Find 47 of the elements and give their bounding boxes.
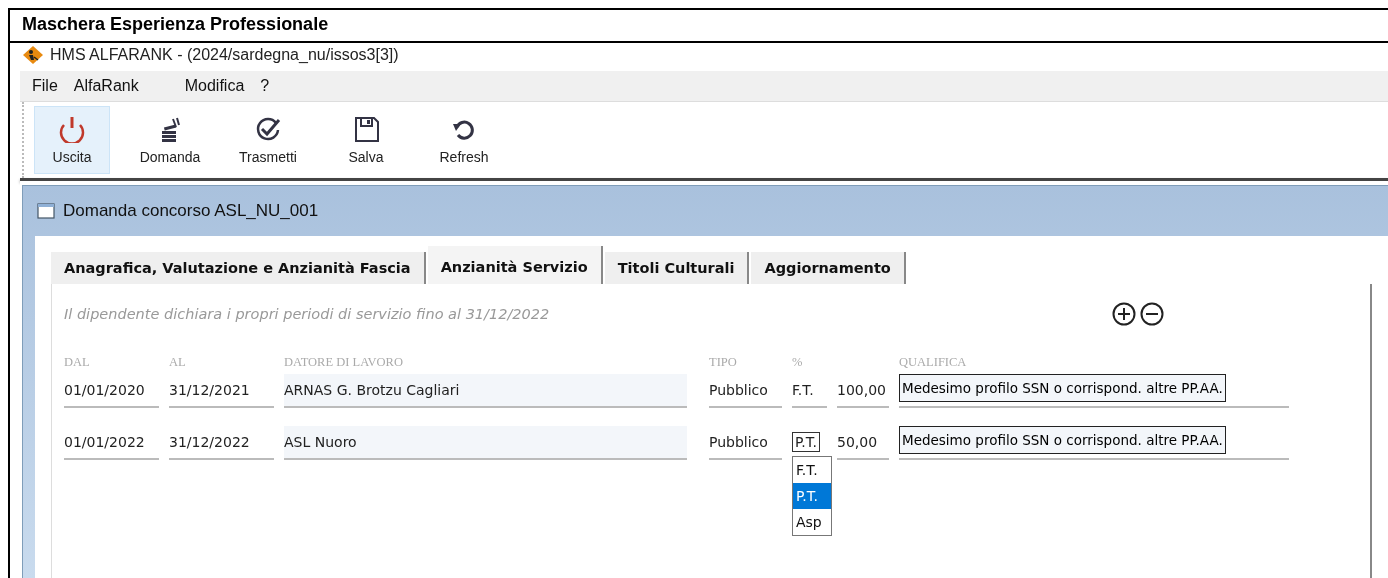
toolbar-button[interactable]: Salva — [328, 106, 404, 174]
window-title: Domanda concorso ASL_NU_001 — [63, 201, 319, 221]
date-field[interactable]: 01/01/2022 — [64, 426, 159, 460]
remove-icon[interactable] — [1140, 302, 1164, 326]
text-field[interactable]: ASL Nuoro — [284, 426, 687, 460]
column-header: AL — [169, 355, 186, 370]
qualification-field[interactable]: Medesimo profilo SSN o corrispond. altre PP.AA. — [899, 374, 1226, 402]
toolbar-button[interactable]: Domanda — [132, 106, 208, 174]
dropdown-option[interactable]: F.T. — [793, 457, 831, 483]
menu-item[interactable]: Modifica — [178, 77, 255, 95]
date-field[interactable]: 01/01/2020 — [64, 374, 159, 408]
tab[interactable]: Anzianità Servizio — [427, 246, 603, 284]
dropdown-option[interactable]: Asp — [793, 509, 831, 535]
column-header: % — [792, 355, 803, 370]
toolbar-button[interactable]: Trasmetti — [230, 106, 306, 174]
text-field[interactable]: ARNAS G. Brotzu Cagliari — [284, 374, 687, 408]
page-heading: Maschera Esperienza Professionale — [10, 10, 1388, 43]
tab[interactable]: Aggiornamento — [751, 252, 906, 284]
date-field[interactable]: 31/12/2022 — [169, 426, 274, 460]
menu-item[interactable]: ? — [254, 77, 280, 95]
type-field[interactable]: Pubblico — [709, 374, 782, 408]
dropdown-field[interactable]: F.T. — [792, 374, 827, 408]
dropdown-field[interactable]: P.T. — [792, 432, 821, 452]
toolbar-button[interactable]: Refresh — [426, 106, 502, 174]
date-field[interactable]: 31/12/2021 — [169, 374, 274, 408]
window-icon — [37, 203, 55, 219]
power-icon — [58, 115, 86, 143]
save-icon — [352, 115, 380, 143]
percent-field[interactable]: 100,00 — [837, 374, 889, 408]
column-header: QUALIFICA — [899, 355, 967, 370]
type-field[interactable]: Pubblico — [709, 426, 782, 460]
column-header: DATORE DI LAVORO — [284, 355, 403, 370]
qualification-field[interactable]: Medesimo profilo SSN o corrispond. altre PP.AA. — [899, 426, 1226, 454]
percent-field[interactable]: 50,00 — [837, 426, 889, 460]
tab[interactable]: Anagrafica, Valutazione e Anzianità Fascia — [51, 252, 426, 284]
check-circle-icon — [254, 115, 282, 143]
column-header: DAL — [64, 355, 90, 370]
add-icon[interactable] — [1112, 302, 1136, 326]
note-text: Il dipendente dichiara i propri periodi di servizio fino al 31/12/2022 — [64, 306, 551, 322]
window-title: HMS ALFARANK - (2024/sardegna_nu/issos3[3]) — [50, 46, 399, 64]
menu-item[interactable]: AlfaRank — [67, 77, 149, 95]
menu-item[interactable]: File — [26, 77, 68, 95]
dropdown-option[interactable]: P.T. — [793, 483, 831, 509]
app-logo-icon — [22, 45, 44, 65]
tab[interactable]: Titoli Culturali — [604, 252, 750, 284]
toolbar-button[interactable]: Uscita — [34, 106, 110, 174]
column-header: TIPO — [709, 355, 737, 370]
